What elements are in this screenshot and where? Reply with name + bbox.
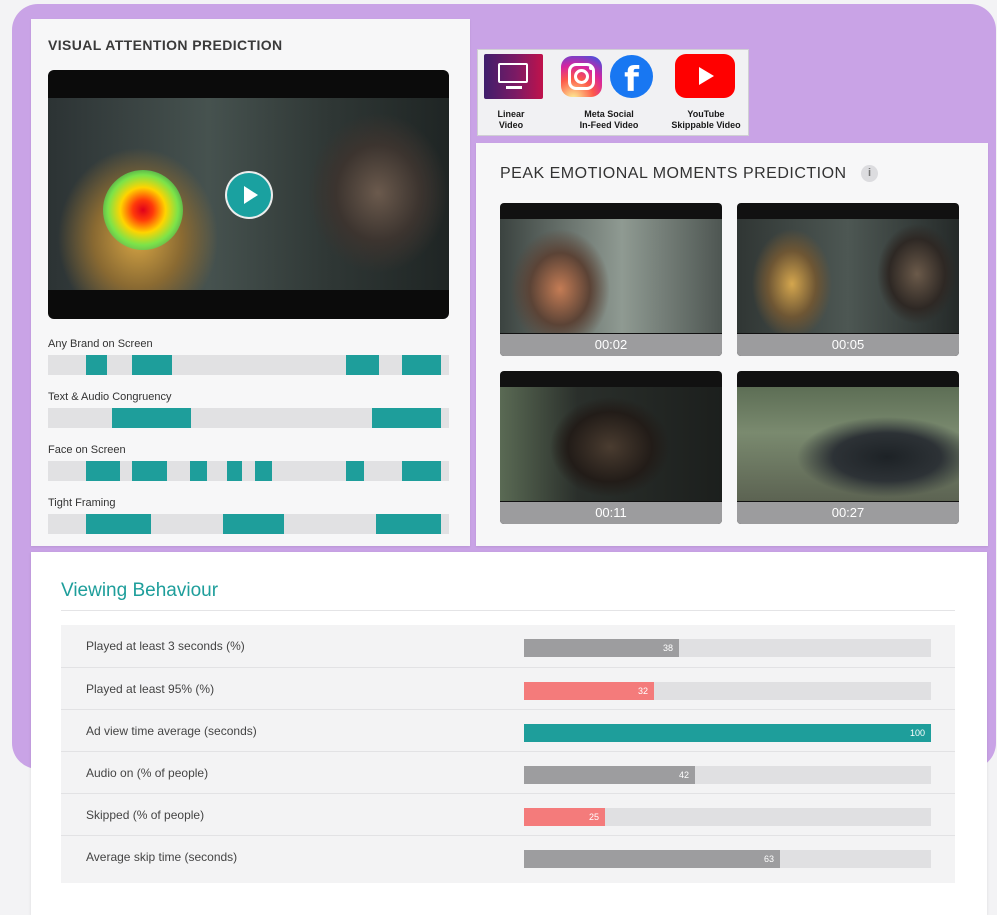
- tv-icon: [484, 54, 543, 99]
- moment-frame: [737, 387, 959, 501]
- timeline-segment: [255, 461, 272, 481]
- metric-label: Ad view time average (seconds): [86, 724, 257, 738]
- viewing-behaviour-panel: Viewing Behaviour Played at least 3 seco…: [31, 552, 987, 915]
- metric-row: Ad view time average (seconds) 100: [61, 709, 955, 752]
- metric-fill: 100: [524, 724, 931, 742]
- moment-thumbnail[interactable]: 00:02: [500, 203, 722, 356]
- platform-label-line2: Skippable Video: [671, 120, 741, 130]
- video-player[interactable]: [48, 70, 449, 319]
- metric-label: Skipped (% of people): [86, 808, 205, 822]
- peak-title: PEAK EMOTIONAL MOMENTS PREDICTION: [500, 165, 847, 182]
- metric-bar: 63: [524, 850, 931, 868]
- metric-label: Average skip time (seconds): [86, 850, 238, 864]
- timeline-segment: [223, 514, 284, 534]
- metric-fill: 38: [524, 639, 679, 657]
- timeline-segment: [86, 355, 107, 375]
- metric-bar: 42: [524, 766, 931, 784]
- timeline-segment: [132, 461, 167, 481]
- metric-fill: 42: [524, 766, 695, 784]
- moment-timestamp: 00:05: [737, 334, 959, 356]
- viewing-title: Viewing Behaviour: [61, 580, 219, 601]
- moment-timestamp: 00:27: [737, 502, 959, 524]
- metric-bar: 32: [524, 682, 931, 700]
- metric-value: 32: [637, 686, 648, 696]
- metric-value: 100: [909, 728, 925, 738]
- moment-frame: [500, 219, 722, 333]
- visual-attention-panel: VISUAL ATTENTION PREDICTION Any Brand on…: [31, 19, 470, 546]
- metric-value: 38: [662, 643, 673, 653]
- timeline-segment: [227, 461, 242, 481]
- divider: [61, 610, 955, 611]
- metric-bar: 25: [524, 808, 931, 826]
- timeline-bar: [48, 514, 449, 534]
- platform-label-line2: Video: [498, 120, 524, 130]
- timeline-segment: [402, 461, 441, 481]
- moment-timestamp: 00:11: [500, 502, 722, 524]
- metric-row: Audio on (% of people) 42: [61, 751, 955, 794]
- metric-label: Played at least 3 seconds (%): [86, 639, 245, 653]
- moment-frame: [737, 219, 959, 333]
- metric-fill: 25: [524, 808, 605, 826]
- platform-label-line1: Meta Social: [584, 109, 634, 119]
- metric-fill: 32: [524, 682, 654, 700]
- moment-timestamp: 00:02: [500, 334, 722, 356]
- attention-heatmap: [103, 170, 183, 250]
- track-label: Any Brand on Screen: [48, 338, 153, 350]
- metric-value: 25: [588, 812, 599, 822]
- track-label: Text & Audio Congruency: [48, 391, 172, 403]
- metric-row: Skipped (% of people) 25: [61, 793, 955, 836]
- platform-label-line1: Linear: [497, 109, 525, 119]
- timeline-segment: [112, 408, 191, 428]
- track-label: Face on Screen: [48, 444, 126, 456]
- timeline-bar: [48, 355, 449, 375]
- metric-row: Average skip time (seconds) 63: [61, 835, 955, 878]
- track-tight-framing: Tight Framing: [48, 495, 449, 534]
- platform-strip: f Linear Video Meta Social In-Feed Video…: [477, 49, 749, 136]
- metric-fill: 63: [524, 850, 780, 868]
- track-text-audio-congruency: Text & Audio Congruency: [48, 389, 449, 428]
- platform-youtube[interactable]: YouTube Skippable Video: [662, 109, 750, 131]
- facebook-icon: f: [610, 55, 653, 98]
- moment-frame: [500, 387, 722, 501]
- timeline-segment: [346, 355, 379, 375]
- metric-bar: 38: [524, 639, 931, 657]
- timeline-segment: [372, 408, 441, 428]
- moment-thumbnail[interactable]: 00:05: [737, 203, 959, 356]
- timeline-segment: [402, 355, 441, 375]
- video-frame: [48, 98, 449, 290]
- timeline-segment: [86, 461, 120, 481]
- platform-linear-video[interactable]: Linear Video: [478, 109, 544, 131]
- metrics-table: Played at least 3 seconds (%) 38 Played …: [61, 625, 955, 883]
- attention-title: VISUAL ATTENTION PREDICTION: [48, 37, 283, 53]
- youtube-icon: [675, 54, 735, 98]
- timeline-segment: [132, 355, 172, 375]
- play-button[interactable]: [227, 173, 271, 217]
- metric-label: Audio on (% of people): [86, 766, 209, 780]
- platform-label-line2: In-Feed Video: [579, 120, 639, 130]
- track-brand-on-screen: Any Brand on Screen: [48, 336, 449, 375]
- metric-row: Played at least 3 seconds (%) 38: [61, 625, 955, 667]
- timeline-bar: [48, 461, 449, 481]
- peak-emotional-panel: PEAK EMOTIONAL MOMENTS PREDICTION i 00:0…: [476, 143, 988, 546]
- instagram-icon: [561, 56, 602, 97]
- metric-label: Played at least 95% (%): [86, 682, 215, 696]
- timeline-segment: [346, 461, 364, 481]
- platform-meta-social[interactable]: Meta Social In-Feed Video: [558, 109, 660, 131]
- timeline-bar: [48, 408, 449, 428]
- info-icon[interactable]: i: [861, 165, 878, 182]
- moment-thumbnail[interactable]: 00:27: [737, 371, 959, 524]
- platform-label-line1: YouTube: [687, 109, 725, 119]
- metric-value: 63: [763, 854, 774, 864]
- track-face-on-screen: Face on Screen: [48, 442, 449, 481]
- metric-row: Played at least 95% (%) 32: [61, 667, 955, 710]
- moment-thumbnail[interactable]: 00:11: [500, 371, 722, 524]
- track-label: Tight Framing: [48, 497, 116, 509]
- metric-bar: 100: [524, 724, 931, 742]
- timeline-segment: [190, 461, 207, 481]
- timeline-segment: [376, 514, 441, 534]
- metric-value: 42: [678, 770, 689, 780]
- timeline-segment: [86, 514, 151, 534]
